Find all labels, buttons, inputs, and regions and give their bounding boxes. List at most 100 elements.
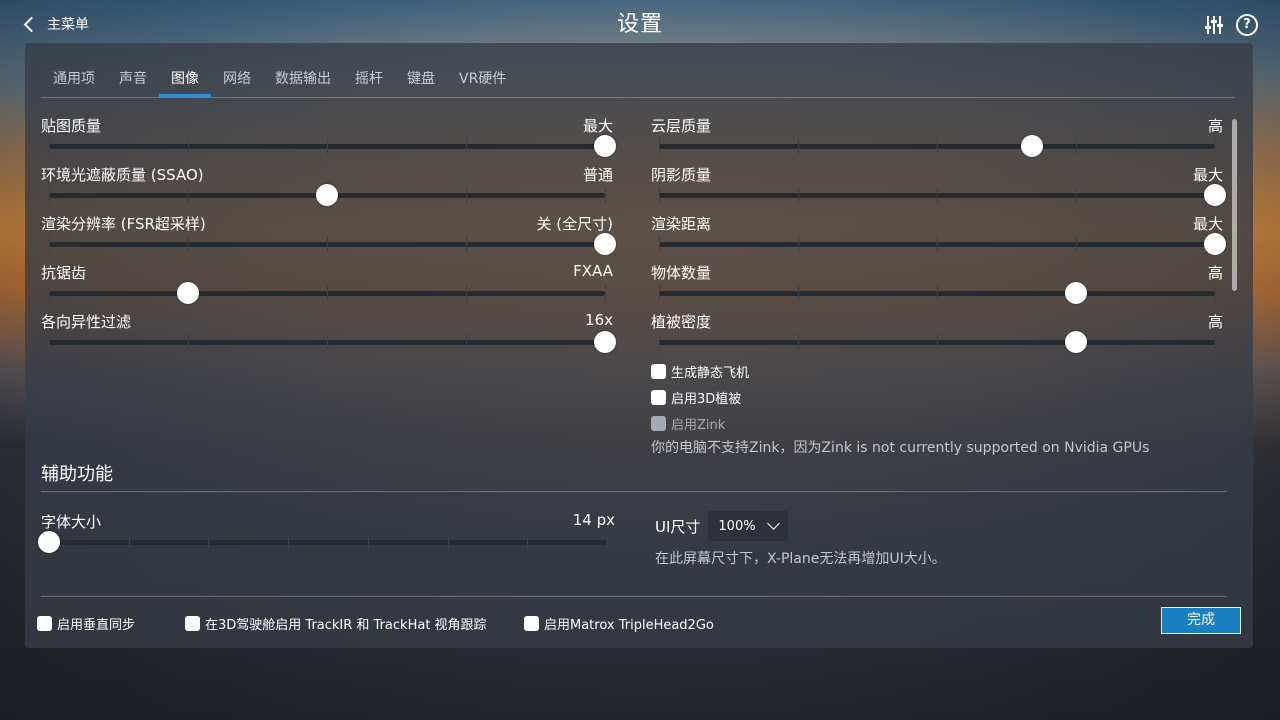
- slider-thumb[interactable]: [177, 282, 199, 304]
- section-divider: [41, 491, 1227, 492]
- slider-value: 关 (全尺寸): [536, 215, 613, 233]
- vegetation-3d-checkbox[interactable]: 启用3D植被: [651, 388, 741, 407]
- matrox-checkbox[interactable]: 启用Matrox TripleHead2Go: [524, 614, 714, 633]
- slider-tick: [659, 285, 660, 301]
- slider-thumb[interactable]: [316, 184, 338, 206]
- ui-size-dropdown[interactable]: 100%: [708, 511, 789, 541]
- slider-thumb[interactable]: [1065, 331, 1087, 353]
- slider-tick: [447, 534, 449, 550]
- slider-tick: [937, 138, 938, 154]
- help-icon[interactable]: ?: [1236, 14, 1258, 36]
- slider-tick: [798, 236, 799, 252]
- slider-value: 高: [1207, 313, 1223, 331]
- slider-tick: [659, 236, 660, 252]
- slider-tick: [937, 285, 938, 301]
- slider-label: 云层质量: [651, 117, 712, 135]
- checkbox-box[interactable]: [524, 616, 539, 631]
- slider-tick: [605, 187, 606, 203]
- tab-bar: 通用项 声音 图像 网络 数据输出 摇杆 键盘 VR硬件: [41, 63, 518, 97]
- scrollbar[interactable]: [1232, 119, 1237, 291]
- slider-track[interactable]: [49, 135, 616, 157]
- slider-thumb[interactable]: [1204, 233, 1226, 255]
- slider-thumb[interactable]: [594, 135, 616, 157]
- slider-tick: [188, 187, 189, 203]
- tab-item[interactable]: 通用项: [41, 63, 107, 97]
- checkbox-box: [651, 416, 666, 431]
- tab-item[interactable]: VR硬件: [447, 63, 518, 97]
- slider-tick: [527, 534, 529, 550]
- checkbox-box[interactable]: [37, 616, 52, 631]
- slider-track[interactable]: [659, 135, 1216, 157]
- chevron-down-icon: [767, 517, 781, 530]
- slider-thumb[interactable]: [594, 331, 616, 353]
- slider-track[interactable]: [659, 233, 1226, 255]
- checkbox-label: 启用Zink: [671, 418, 726, 433]
- slider-tick: [798, 285, 799, 301]
- sliders-icon[interactable]: [1204, 15, 1224, 35]
- font-size-slider[interactable]: 字体大小 14 px: [38, 511, 615, 560]
- slider-track[interactable]: [49, 331, 616, 353]
- graphics-slider[interactable]: 渲染分辨率 (FSR超采样) 关 (全尺寸): [41, 213, 616, 262]
- slider-track[interactable]: [659, 331, 1216, 353]
- slider-tick: [327, 236, 328, 252]
- slider-track[interactable]: [49, 233, 616, 255]
- slider-tick: [466, 187, 467, 203]
- checkbox-label: 启用垂直同步: [57, 618, 136, 633]
- slider-track[interactable]: [659, 282, 1216, 304]
- slider-track[interactable]: [49, 184, 606, 206]
- slider-track[interactable]: [38, 531, 608, 553]
- slider-thumb[interactable]: [594, 233, 616, 255]
- checkbox-box[interactable]: [185, 616, 200, 631]
- graphics-slider[interactable]: 云层质量 高: [651, 115, 1223, 164]
- slider-tick: [466, 236, 467, 252]
- slider-label: 抗锯齿: [41, 264, 87, 282]
- slider-value: 16x: [585, 311, 613, 329]
- slider-tick: [1215, 138, 1216, 154]
- checkbox-label: 启用3D植被: [671, 392, 742, 407]
- tab-item[interactable]: 网络: [211, 63, 263, 97]
- slider-tick: [49, 138, 50, 154]
- slider-tick: [188, 138, 189, 154]
- done-button[interactable]: 完成: [1161, 607, 1241, 634]
- slider-thumb[interactable]: [1065, 282, 1087, 304]
- checkbox-box[interactable]: [651, 364, 666, 379]
- tab-item[interactable]: 声音: [107, 63, 159, 97]
- graphics-slider[interactable]: 植被密度 高: [651, 311, 1223, 360]
- slider-tick: [659, 334, 660, 350]
- slider-tick: [1076, 236, 1077, 252]
- slider-track[interactable]: [49, 282, 606, 304]
- graphics-slider[interactable]: 贴图质量 最大: [41, 115, 616, 164]
- trackir-checkbox[interactable]: 在3D驾驶舱启用 TrackIR 和 TrackHat 视角跟踪: [185, 614, 487, 633]
- graphics-slider[interactable]: 各向异性过滤 16x: [41, 311, 616, 360]
- slider-label: 各向异性过滤: [41, 313, 132, 331]
- slider-track[interactable]: [659, 184, 1226, 206]
- graphics-slider[interactable]: 环境光遮蔽质量 (SSAO) 普通: [41, 164, 613, 213]
- slider-thumb[interactable]: [1020, 135, 1043, 157]
- graphics-slider[interactable]: 阴影质量 最大: [651, 164, 1226, 213]
- ui-size-control: UI尺寸 100%: [655, 511, 789, 541]
- zink-checkbox: 启用Zink: [651, 414, 725, 433]
- graphics-slider[interactable]: 物体数量 高: [651, 262, 1223, 311]
- vsync-checkbox[interactable]: 启用垂直同步: [37, 614, 135, 633]
- static-aircraft-checkbox[interactable]: 生成静态飞机: [651, 362, 749, 381]
- tab-item[interactable]: 摇杆: [343, 63, 395, 97]
- slider-tick: [466, 138, 467, 154]
- graphics-slider[interactable]: 渲染距离 最大: [651, 213, 1226, 262]
- slider-tick: [188, 334, 189, 350]
- slider-thumb[interactable]: [1204, 184, 1226, 206]
- graphics-slider[interactable]: 抗锯齿 FXAA: [41, 262, 613, 311]
- tab-divider: [41, 97, 1235, 98]
- tab-item[interactable]: 键盘: [395, 63, 447, 97]
- zink-note: 你的电脑不支持Zink，因为Zink is not currently supp…: [651, 440, 1150, 456]
- tab-item[interactable]: 数据输出: [263, 63, 343, 97]
- checkbox-box[interactable]: [651, 390, 666, 405]
- slider-thumb[interactable]: [38, 531, 60, 553]
- checkbox-label: 在3D驾驶舱启用 TrackIR 和 TrackHat 视角跟踪: [205, 618, 487, 633]
- slider-label: 植被密度: [651, 313, 712, 331]
- slider-tick: [327, 285, 328, 301]
- slider-tick: [798, 187, 799, 203]
- slider-tick: [288, 534, 290, 550]
- slider-tick: [327, 334, 328, 350]
- slider-tick: [1215, 334, 1216, 350]
- tab-item[interactable]: 图像: [159, 63, 211, 97]
